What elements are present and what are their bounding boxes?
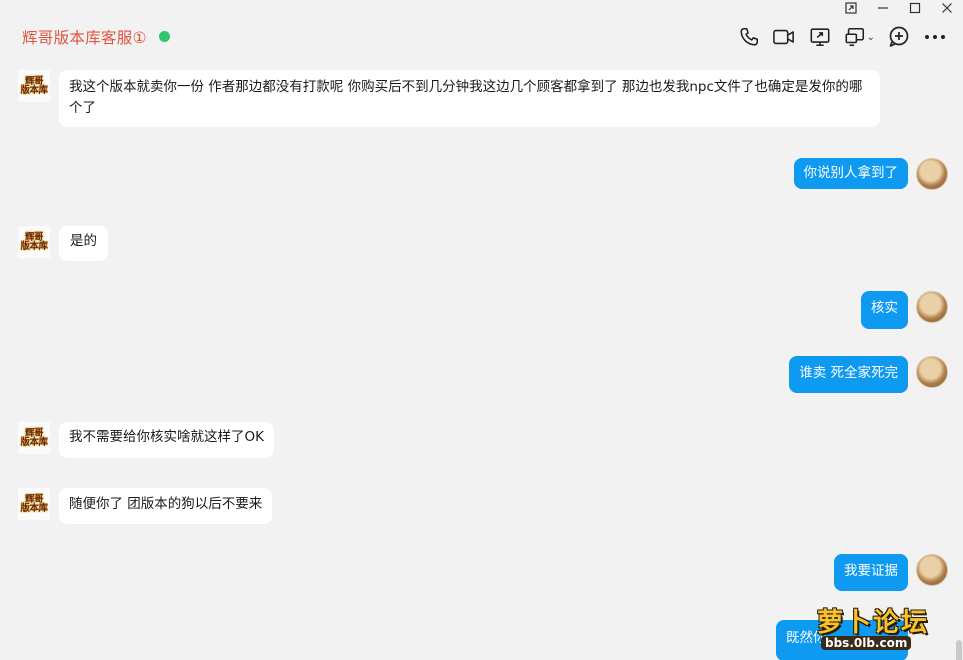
maximize-icon[interactable] xyxy=(899,0,931,16)
watermark-url: bbs.0lb.com xyxy=(821,636,912,650)
user-avatar[interactable] xyxy=(916,554,948,586)
user-avatar[interactable] xyxy=(916,158,948,190)
avatar-brand-text: 版本库 xyxy=(20,241,48,252)
chevron-down-icon[interactable]: ⌄ xyxy=(867,32,875,43)
more-icon[interactable] xyxy=(923,24,947,50)
phone-icon[interactable] xyxy=(738,24,760,50)
message-list[interactable]: 辉哥 版本库 我这个版本就卖你一份 作者那边都没有打款呢 你购买后不到几分钟我这… xyxy=(0,60,963,660)
window-controls xyxy=(835,0,963,16)
outgoing-message[interactable]: 谁卖 死全家死完 xyxy=(789,356,908,393)
incoming-message[interactable]: 我不需要给你核实啥就这样了OK xyxy=(59,422,274,458)
contact-avatar[interactable]: 辉哥 版本库 xyxy=(18,488,50,520)
video-icon[interactable] xyxy=(772,24,796,50)
avatar-brand-text: 版本库 xyxy=(20,437,48,448)
outgoing-message[interactable]: 我要证据 xyxy=(834,554,908,591)
pin-icon[interactable] xyxy=(835,0,867,16)
incoming-message[interactable]: 是的 xyxy=(59,226,108,261)
incoming-message[interactable]: 我这个版本就卖你一份 作者那边都没有打款呢 你购买后不到几分钟我这边几个顾客都拿… xyxy=(59,70,880,127)
close-icon[interactable] xyxy=(931,0,963,16)
contact-avatar[interactable]: 辉哥 版本库 xyxy=(18,226,50,258)
user-avatar[interactable] xyxy=(916,291,948,323)
outgoing-message[interactable]: 你说别人拿到了 xyxy=(793,158,908,189)
contact-avatar[interactable]: 辉哥 版本库 xyxy=(18,422,50,454)
outgoing-message[interactable]: 核实 xyxy=(861,291,908,329)
chat-title[interactable]: 辉哥版本库客服① xyxy=(22,26,147,48)
screen-share-icon[interactable] xyxy=(808,24,832,50)
contact-avatar[interactable]: 辉哥 版本库 xyxy=(18,70,50,102)
watermark-logo: 萝卜论坛 bbs.0lb.com xyxy=(803,600,953,656)
incoming-message[interactable]: 随便你了 团版本的狗以后不要来 xyxy=(59,488,273,524)
add-member-icon[interactable] xyxy=(887,24,911,50)
chat-toolbar: ⌄ xyxy=(738,24,947,50)
scrollbar-thumb[interactable] xyxy=(956,640,962,660)
online-status-indicator xyxy=(159,31,170,42)
avatar-brand-text: 版本库 xyxy=(20,85,48,96)
watermark-text: 萝卜论坛 xyxy=(817,608,930,638)
chat-header: 辉哥版本库客服① ⌄ xyxy=(0,16,963,60)
remote-icon[interactable]: ⌄ xyxy=(844,24,875,50)
minimize-icon[interactable] xyxy=(867,0,899,16)
avatar-brand-text: 版本库 xyxy=(20,503,48,514)
user-avatar[interactable] xyxy=(916,356,948,388)
